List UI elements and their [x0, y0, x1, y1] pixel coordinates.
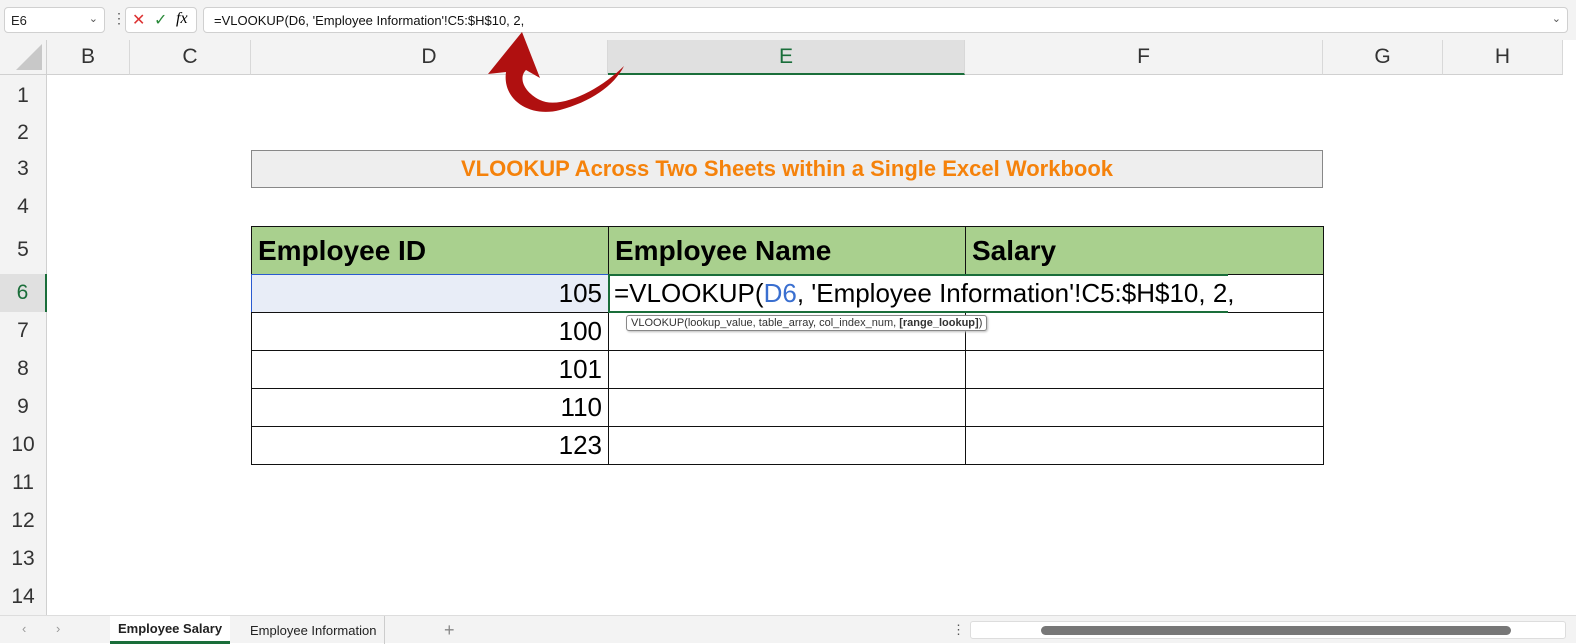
add-sheet-button[interactable]: + — [436, 616, 463, 644]
tab-employee-salary[interactable]: Employee Salary — [110, 616, 231, 644]
row-header[interactable]: 14 — [0, 578, 47, 615]
sheet-title: VLOOKUP Across Two Sheets within a Singl… — [251, 150, 1323, 188]
formula-rest: , 'Employee Information'!C5:$H$10, 2, — [796, 278, 1235, 308]
chevron-down-icon[interactable]: ⌄ — [89, 12, 98, 25]
name-box[interactable]: E6 ⌄ — [4, 7, 105, 33]
function-tooltip: VLOOKUP(lookup_value, table_array, col_i… — [626, 315, 988, 331]
tooltip-text: VLOOKUP(lookup_value, table_array, col_i… — [631, 317, 900, 329]
row-header[interactable]: 1 — [0, 75, 47, 116]
tab-employee-information[interactable]: Employee Information — [242, 616, 386, 644]
row-header[interactable]: 11 — [0, 464, 47, 502]
row-header[interactable]: 5 — [0, 226, 47, 274]
more-icon[interactable]: ⋮ — [112, 10, 126, 27]
active-cell-editor[interactable]: =VLOOKUP(D6, 'Employee Information'!C5:$… — [608, 274, 1235, 313]
salary-cell[interactable] — [965, 312, 1324, 351]
row-header[interactable]: 2 — [0, 116, 47, 150]
tooltip-optional-arg[interactable]: [range_lookup] — [899, 317, 978, 329]
id-cell[interactable]: 105 — [251, 274, 609, 313]
header-salary[interactable]: Salary — [965, 226, 1324, 275]
next-sheet-icon[interactable]: › — [56, 621, 60, 636]
salary-cell[interactable] — [965, 426, 1324, 465]
splitter-handle-icon[interactable]: ⋮ — [952, 622, 965, 638]
name-cell[interactable] — [608, 350, 966, 389]
formula-reference: D6 — [763, 278, 797, 308]
row-header[interactable]: 9 — [0, 388, 47, 426]
sheet-tabs-bar: ‹ › Employee Salary Employee Information… — [0, 615, 1576, 644]
expand-formula-icon[interactable]: ⌄ — [1552, 12, 1561, 25]
select-all-button[interactable] — [0, 40, 47, 75]
curved-arrow-icon — [488, 32, 624, 112]
row-header[interactable]: 7 — [0, 312, 47, 350]
column-header-h[interactable]: H — [1443, 40, 1563, 75]
insert-function-icon[interactable]: fx — [176, 10, 188, 28]
column-header-g[interactable]: G — [1323, 40, 1443, 75]
previous-sheet-icon[interactable]: ‹ — [22, 621, 26, 636]
id-cell[interactable]: 100 — [251, 312, 609, 351]
formula-input[interactable]: =VLOOKUP(D6, 'Employee Information'!C5:$… — [203, 7, 1568, 33]
enter-icon[interactable]: ✓ — [154, 10, 167, 30]
salary-cell[interactable] — [965, 388, 1324, 427]
header-employee-id[interactable]: Employee ID — [251, 226, 609, 275]
cancel-icon[interactable]: ✕ — [132, 10, 145, 30]
name-box-value: E6 — [11, 13, 27, 28]
column-header-c[interactable]: C — [130, 40, 251, 75]
formula-bar: E6 ⌄ ⋮ ✕ ✓ fx =VLOOKUP(D6, 'Employee Info… — [0, 0, 1576, 40]
id-cell[interactable]: 123 — [251, 426, 609, 465]
formula-prefix: =VLOOKUP( — [614, 278, 764, 308]
column-header-b[interactable]: B — [47, 40, 130, 75]
name-cell[interactable] — [608, 426, 966, 465]
row-header[interactable]: 13 — [0, 540, 47, 578]
name-cell[interactable] — [608, 388, 966, 427]
row-header[interactable]: 3 — [0, 150, 47, 188]
row-header[interactable]: 10 — [0, 426, 47, 464]
horizontal-scrollbar[interactable] — [970, 621, 1566, 639]
row-header[interactable]: 12 — [0, 502, 47, 540]
scrollbar-thumb[interactable] — [1041, 626, 1511, 635]
column-header-f[interactable]: F — [965, 40, 1323, 75]
id-cell[interactable]: 101 — [251, 350, 609, 389]
column-header-e[interactable]: E — [608, 40, 965, 75]
formula-buttons: ✕ ✓ fx — [125, 7, 197, 33]
tooltip-end: ) — [978, 317, 983, 329]
formula-text: =VLOOKUP(D6, 'Employee Information'!C5:$… — [214, 13, 525, 28]
header-employee-name[interactable]: Employee Name — [608, 226, 966, 275]
salary-cell[interactable] — [965, 350, 1324, 389]
id-cell[interactable]: 110 — [251, 388, 609, 427]
row-header[interactable]: 4 — [0, 188, 47, 226]
row-header[interactable]: 6 — [0, 274, 47, 312]
row-header[interactable]: 8 — [0, 350, 47, 388]
